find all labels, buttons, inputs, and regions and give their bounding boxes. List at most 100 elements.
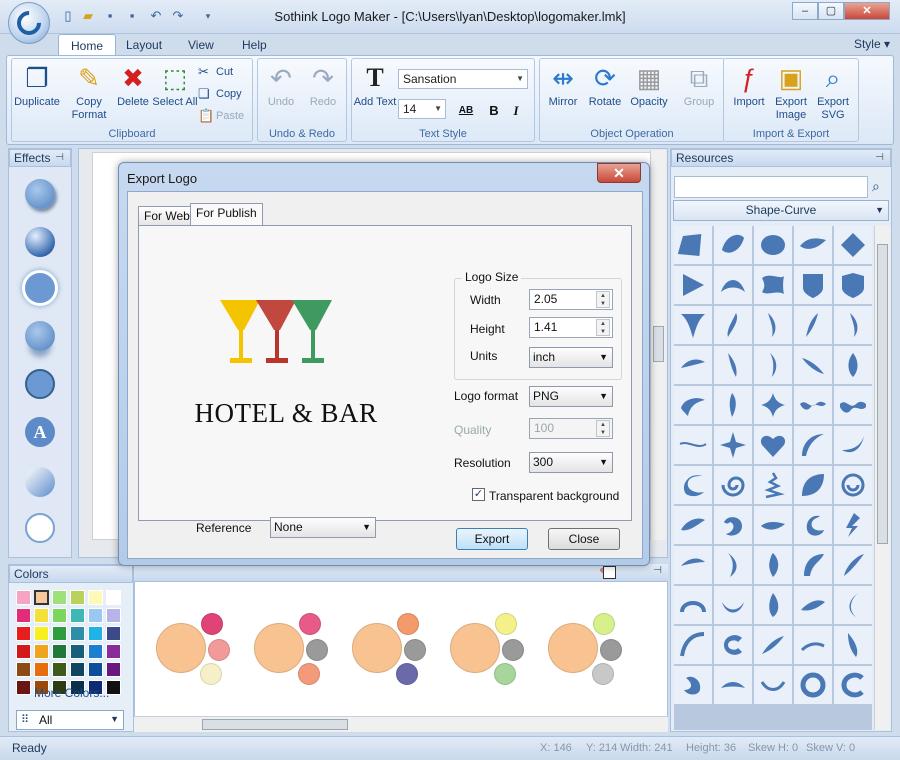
shape-item[interactable]	[794, 386, 832, 424]
palette-filter-select[interactable]: ⠿ All ▼	[16, 710, 124, 730]
minimize-button[interactable]: –	[792, 2, 818, 20]
color-swatch[interactable]	[70, 608, 85, 623]
shape-item[interactable]	[834, 386, 872, 424]
shape-item[interactable]	[754, 386, 792, 424]
tab-layout[interactable]: Layout	[114, 34, 174, 56]
shape-item[interactable]	[794, 226, 832, 264]
color-swatch[interactable]	[16, 590, 31, 605]
fill-set-main-color[interactable]	[450, 623, 500, 673]
shape-item[interactable]	[794, 586, 832, 624]
color-swatch[interactable]	[70, 662, 85, 677]
dialog-close-icon[interactable]: ✕	[597, 163, 641, 183]
resource-search-input[interactable]	[674, 176, 868, 198]
shape-item[interactable]	[714, 666, 752, 704]
shape-item[interactable]	[674, 506, 712, 544]
fill-set-main-color[interactable]	[548, 623, 598, 673]
color-swatch[interactable]	[52, 626, 67, 641]
effect-outline[interactable]	[25, 513, 55, 543]
shape-item[interactable]	[754, 586, 792, 624]
shape-item[interactable]	[754, 626, 792, 664]
shape-item[interactable]	[754, 666, 792, 704]
shape-item[interactable]	[674, 466, 712, 504]
fill-set-accent-color[interactable]	[495, 613, 517, 635]
color-swatch[interactable]	[16, 644, 31, 659]
font-family-select[interactable]: Sansation ▼	[398, 69, 528, 89]
color-swatch[interactable]	[52, 590, 67, 605]
search-icon[interactable]: ⌕	[872, 178, 880, 195]
shape-item[interactable]	[754, 466, 792, 504]
effect-glow[interactable]	[25, 273, 55, 303]
shape-item[interactable]	[794, 346, 832, 384]
shape-item[interactable]	[674, 586, 712, 624]
color-swatch[interactable]	[16, 662, 31, 677]
fill-set-accent-color[interactable]	[299, 613, 321, 635]
shape-item[interactable]	[674, 666, 712, 704]
maximize-button[interactable]: ▢	[818, 2, 844, 20]
fill-set-accent-color[interactable]	[208, 639, 230, 661]
shape-item[interactable]	[674, 426, 712, 464]
fill-set-accent-color[interactable]	[201, 613, 223, 635]
export-svg-button[interactable]: ⌕ Export SVG	[810, 62, 856, 122]
more-colors-link[interactable]: More Colors...	[34, 686, 109, 700]
shape-item[interactable]	[794, 466, 832, 504]
color-swatch[interactable]	[16, 608, 31, 623]
scroll-thumb[interactable]	[877, 244, 888, 544]
rotate-button[interactable]: ⟳ Rotate	[582, 62, 628, 109]
resources-vertical-scrollbar[interactable]	[874, 226, 890, 730]
shape-item[interactable]	[754, 546, 792, 584]
shape-item[interactable]	[714, 586, 752, 624]
fill-set-accent-color[interactable]	[306, 639, 328, 661]
add-text-button[interactable]: T Add Text	[352, 62, 398, 109]
shape-item[interactable]	[794, 306, 832, 344]
shape-item[interactable]	[714, 426, 752, 464]
text-case-button[interactable]: AB	[452, 101, 480, 121]
shape-item[interactable]	[834, 226, 872, 264]
fill-set-accent-color[interactable]	[502, 639, 524, 661]
undo-button[interactable]: ↶ Undo	[258, 62, 304, 109]
pin-icon[interactable]: ⊣	[653, 565, 662, 576]
color-swatch[interactable]	[88, 644, 103, 659]
italic-button[interactable]: I	[506, 101, 526, 121]
color-swatch[interactable]	[88, 608, 103, 623]
shape-item[interactable]	[754, 426, 792, 464]
shape-item[interactable]	[674, 626, 712, 664]
color-swatch[interactable]	[106, 662, 121, 677]
shape-item[interactable]	[714, 346, 752, 384]
fill-set-main-color[interactable]	[352, 623, 402, 673]
shape-item[interactable]	[794, 506, 832, 544]
shape-item[interactable]	[834, 346, 872, 384]
shape-item[interactable]	[674, 546, 712, 584]
shape-item[interactable]	[754, 226, 792, 264]
shape-item[interactable]	[714, 546, 752, 584]
cut-button[interactable]: ✂ Cut	[196, 63, 233, 81]
style-menu[interactable]: Style ▾	[854, 37, 890, 51]
color-swatch[interactable]	[106, 626, 121, 641]
current-color-swatch[interactable]	[603, 566, 616, 579]
color-swatch[interactable]	[88, 626, 103, 641]
scroll-thumb[interactable]	[653, 326, 664, 362]
shape-item[interactable]	[674, 386, 712, 424]
shape-item[interactable]	[834, 666, 872, 704]
effect-bevel[interactable]	[25, 227, 55, 257]
shape-item[interactable]	[674, 346, 712, 384]
shape-item[interactable]	[834, 466, 872, 504]
color-swatch[interactable]	[34, 644, 49, 659]
shape-item[interactable]	[674, 306, 712, 344]
fill-set-accent-color[interactable]	[592, 663, 614, 685]
tab-for-publish[interactable]: For Publish	[190, 203, 263, 226]
shape-item[interactable]	[794, 666, 832, 704]
shape-item[interactable]	[674, 226, 712, 264]
shape-item[interactable]	[834, 426, 872, 464]
close-button[interactable]: Close	[548, 528, 620, 550]
color-swatch[interactable]	[34, 626, 49, 641]
quality-input[interactable]: 100 ▲ ▼	[529, 418, 613, 439]
fill-horizontal-scrollbar[interactable]	[134, 716, 668, 732]
effect-reflection[interactable]	[25, 321, 55, 351]
shape-item[interactable]	[794, 626, 832, 664]
shape-item[interactable]	[714, 266, 752, 304]
shape-item[interactable]	[674, 266, 712, 304]
color-swatch[interactable]	[52, 644, 67, 659]
shape-item[interactable]	[834, 586, 872, 624]
color-swatch[interactable]	[52, 608, 67, 623]
pin-icon[interactable]: ⊣	[55, 150, 64, 166]
